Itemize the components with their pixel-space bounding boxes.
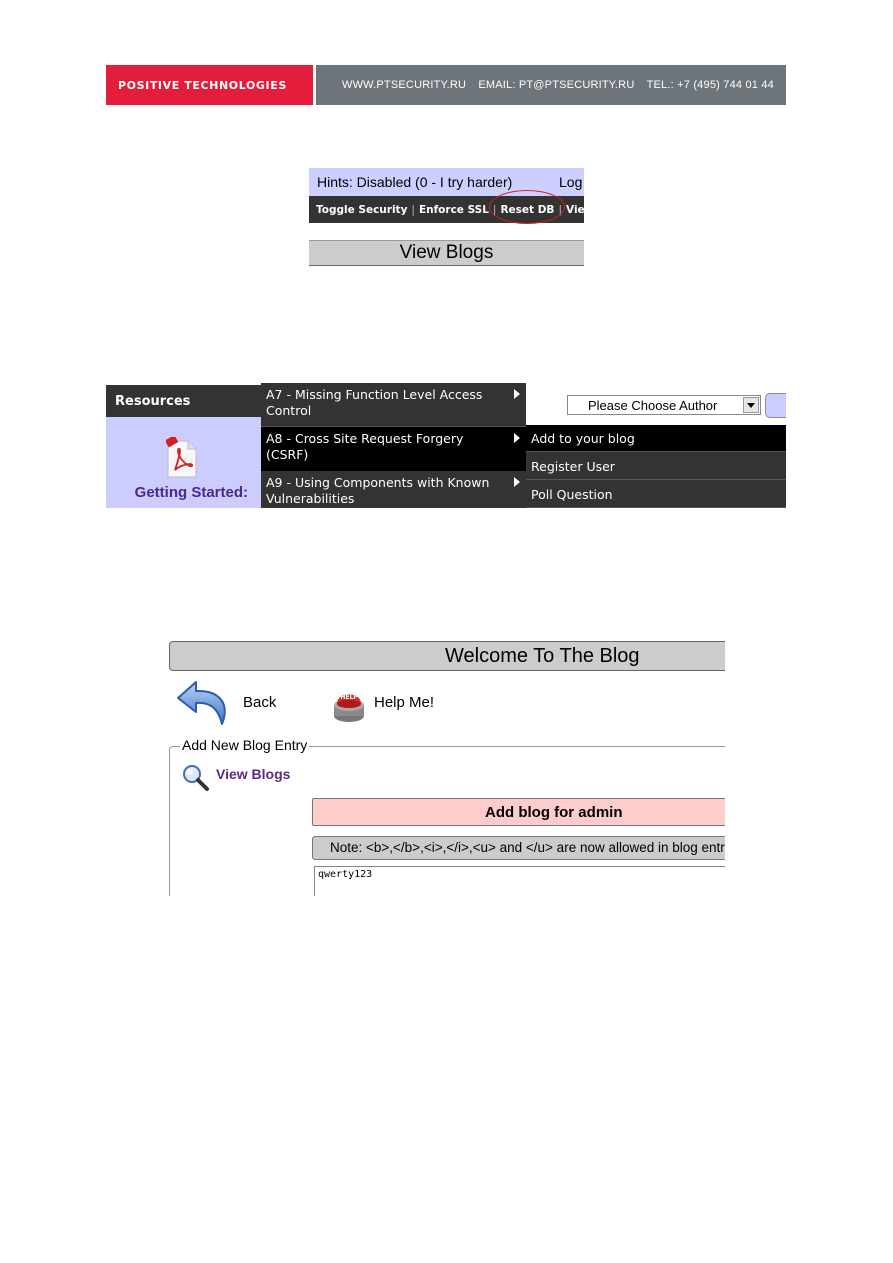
email-text: EMAIL: PT@PTSECURITY.RU (478, 79, 635, 91)
resources-header[interactable]: Resources (106, 385, 261, 417)
csrf-submenu: Add to your blog Register User Poll Ques… (526, 425, 786, 508)
screenshot-add-blog: Welcome To The Blog Back HELP Help Me! A… (169, 640, 725, 896)
hints-status[interactable]: Hints: Disabled (0 - I try harder) (317, 174, 512, 190)
submenu-label: Poll Question (531, 486, 613, 502)
welcome-title: Welcome To The Blog (445, 645, 640, 667)
add-blog-title: Add blog for admin (485, 804, 623, 821)
submenu-add-to-blog[interactable]: Add to your blog (526, 425, 786, 452)
phone-text: TEL.: +7 (495) 744 01 44 (646, 79, 774, 91)
back-link[interactable]: Back (243, 694, 276, 711)
allowed-tags-note: Note: <b>,</b>,<i>,</i>,<u> and </u> are… (312, 836, 725, 860)
add-blog-header: Add blog for admin (312, 798, 725, 826)
company-banner: POSITIVE TECHNOLOGIES WWW.PTSECURITY.RU … (106, 65, 786, 105)
menu-item-a8[interactable]: A8 - Cross Site Request Forgery (CSRF) (261, 427, 526, 471)
owasp-menu: A7 - Missing Function Level Access Contr… (261, 383, 526, 508)
menu-item-a7[interactable]: A7 - Missing Function Level Access Contr… (261, 383, 526, 427)
submenu-poll-question[interactable]: Poll Question (526, 481, 786, 508)
log-link[interactable]: Log (559, 174, 582, 190)
view-author-button[interactable] (765, 393, 786, 418)
submenu-register-user[interactable]: Register User (526, 453, 786, 480)
dropdown-arrow-icon[interactable] (743, 397, 759, 413)
page-title: View Blogs (309, 240, 584, 266)
submenu-arrow-icon (514, 477, 520, 487)
help-badge-text: HELP (340, 694, 358, 701)
magnifier-icon[interactable] (180, 762, 210, 792)
submenu-arrow-icon (514, 389, 520, 399)
menu-item-label: A7 - Missing Function Level Access Contr… (266, 387, 483, 418)
enforce-ssl-link[interactable]: Enforce SSL (415, 204, 493, 216)
screenshot-reset-db: Hints: Disabled (0 - I try harder) Log T… (309, 168, 584, 267)
help-me-link[interactable]: Help Me! (374, 694, 434, 711)
getting-started-label: Getting Started: (134, 484, 248, 501)
fieldset-legend: Add New Blog Entry (180, 737, 310, 753)
screenshot-owasp-menu: Resources Getting Started: A7 - Missing … (106, 383, 786, 508)
submenu-arrow-icon (514, 433, 520, 443)
view-link-partial[interactable]: Vie (562, 204, 584, 216)
website-text: WWW.PTSECURITY.RU (342, 79, 467, 91)
menu-item-label: A8 - Cross Site Request Forgery (CSRF) (266, 431, 464, 462)
help-button-icon[interactable]: HELP (329, 685, 369, 725)
submenu-label: Register User (531, 458, 615, 474)
menu-item-a9[interactable]: A9 - Using Components with Known Vulnera… (261, 471, 526, 508)
back-arrow-icon[interactable] (174, 678, 232, 730)
author-select-value: Please Choose Author (588, 397, 718, 413)
welcome-title-bar: Welcome To The Blog (169, 641, 725, 671)
contact-info: WWW.PTSECURITY.RU EMAIL: PT@PTSECURITY.R… (316, 65, 786, 105)
view-blogs-link[interactable]: View Blogs (216, 766, 290, 782)
toggle-security-link[interactable]: Toggle Security (309, 204, 411, 216)
author-select[interactable]: Please Choose Author (567, 395, 761, 415)
pdf-icon[interactable] (166, 437, 198, 479)
brand-name: POSITIVE TECHNOLOGIES (106, 65, 313, 105)
note-text: Note: <b>,</b>,<i>,</i>,<u> and </u> are… (330, 840, 725, 855)
resources-panel: Getting Started: (106, 417, 261, 508)
submenu-label: Add to your blog (531, 430, 635, 446)
blog-entry-textarea[interactable]: qwerty123 (314, 866, 725, 896)
menu-item-label: A9 - Using Components with Known Vulnera… (266, 475, 490, 506)
highlight-circle (489, 190, 565, 224)
